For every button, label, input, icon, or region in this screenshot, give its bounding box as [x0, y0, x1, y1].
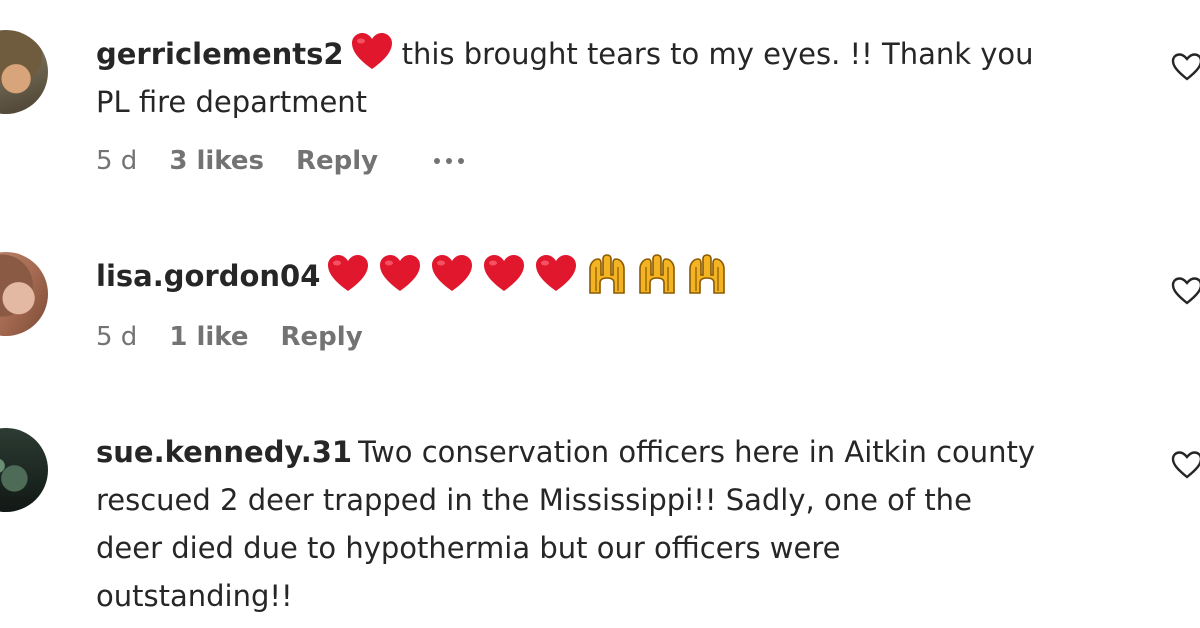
avatar[interactable] — [0, 428, 48, 512]
comment-body: sue.kennedy.31 Two conservation officers … — [96, 428, 1136, 620]
red-heart-emoji — [432, 255, 473, 291]
comment-meta: 5 d 3 likes Reply — [96, 146, 465, 176]
red-heart-emoji — [484, 255, 525, 291]
raising-hands-emoji — [689, 254, 726, 294]
comment-username[interactable]: sue.kennedy.31 — [96, 435, 352, 469]
reply-button[interactable]: Reply — [296, 146, 378, 176]
comment-likes[interactable]: 3 likes — [169, 146, 264, 176]
reply-button[interactable]: Reply — [281, 322, 363, 352]
comment-text: this brought tears to my eyes. !! Thank … — [401, 37, 1034, 71]
comment-text-line: deer died due to hypothermia but our off… — [96, 531, 841, 565]
more-options-icon[interactable] — [434, 158, 465, 164]
emoji-row — [326, 254, 736, 294]
comment-meta: 5 d 1 like Reply — [96, 322, 363, 352]
comment-username[interactable]: gerriclements2 — [96, 37, 344, 71]
comment-body: lisa.gordon04 — [96, 252, 1136, 300]
comment-age[interactable]: 5 d — [96, 146, 137, 176]
comment-text: Two conservation officers here in Aitkin… — [358, 435, 1036, 469]
heart-outline-icon[interactable] — [1170, 450, 1200, 480]
comment-text-line: rescued 2 deer trapped in the Mississipp… — [96, 483, 972, 517]
red-heart-emoji — [536, 255, 577, 291]
comments-list: gerriclements2 this brought tears to my e… — [0, 0, 1200, 628]
comment-body: gerriclements2 this brought tears to my e… — [96, 30, 1136, 126]
red-heart-emoji — [380, 255, 421, 291]
raising-hands-emoji — [589, 254, 626, 294]
comment-text-line: outstanding!! — [96, 579, 293, 613]
avatar[interactable] — [0, 30, 48, 114]
raising-hands-emoji — [639, 254, 676, 294]
heart-outline-icon[interactable] — [1170, 52, 1200, 82]
comment-text-line: PL fire department — [96, 85, 368, 119]
heart-outline-icon[interactable] — [1170, 276, 1200, 306]
red-heart-emoji — [351, 33, 392, 69]
comment-age[interactable]: 5 d — [96, 322, 137, 352]
comment-likes[interactable]: 1 like — [169, 322, 248, 352]
comment-username[interactable]: lisa.gordon04 — [96, 259, 320, 293]
avatar[interactable] — [0, 252, 48, 336]
red-heart-emoji — [328, 255, 369, 291]
